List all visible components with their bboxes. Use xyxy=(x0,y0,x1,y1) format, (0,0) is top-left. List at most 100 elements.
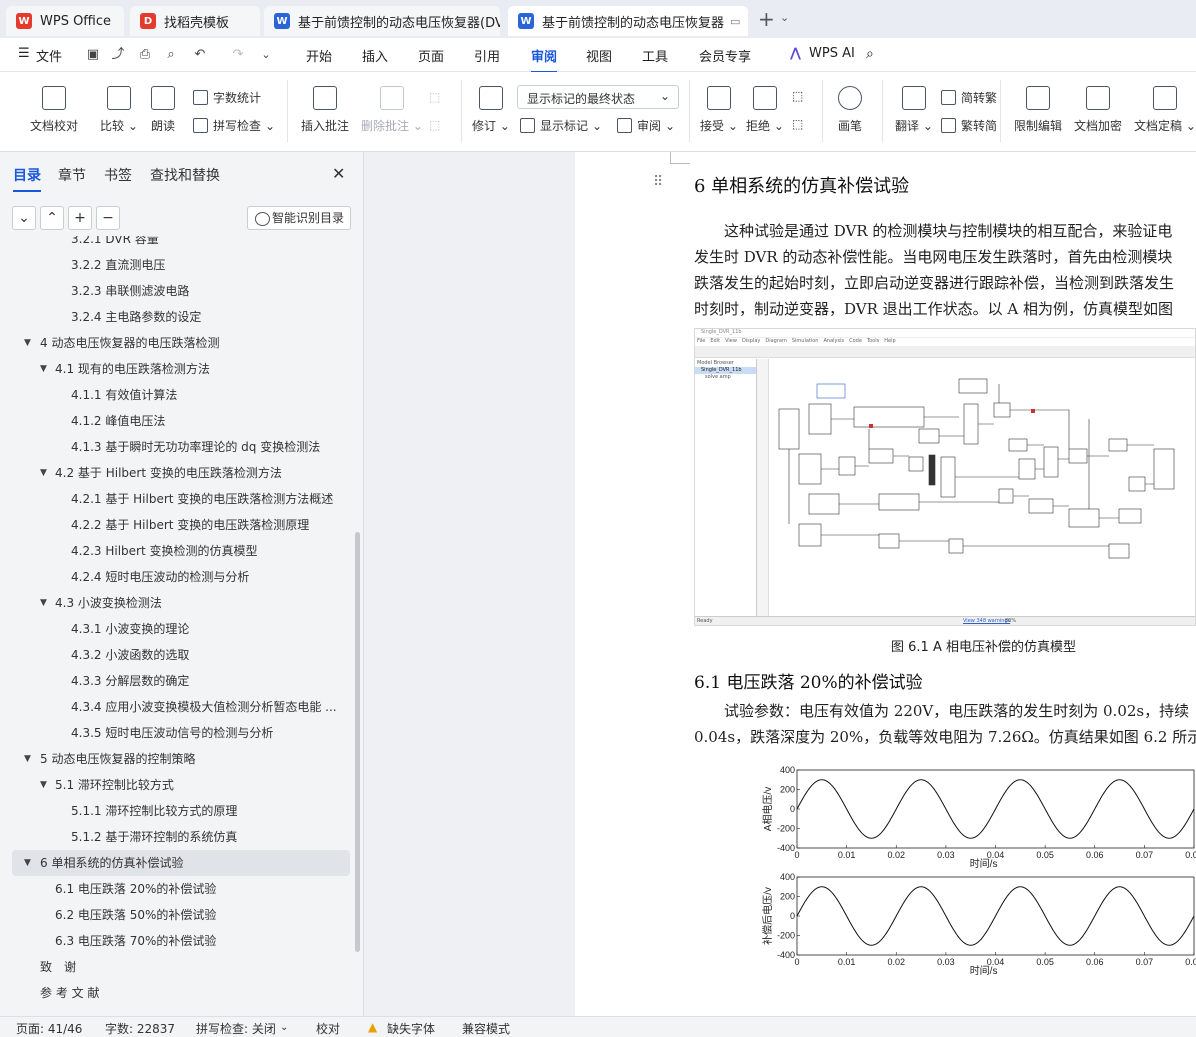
track-changes-button[interactable]: 修订 ⌄ xyxy=(472,86,510,134)
menu-member[interactable]: 会员专享 xyxy=(699,46,751,65)
encrypt-button[interactable]: 文档加密 xyxy=(1074,86,1122,134)
toc-item[interactable]: 6.2 电压跌落 50%的补偿试验 xyxy=(0,902,356,928)
status-compat[interactable]: 兼容模式 xyxy=(462,1020,510,1037)
prev-change-icon[interactable]: ⬚ xyxy=(792,89,803,103)
toc-item[interactable]: 3.2.1 DVR 容量 xyxy=(0,236,356,252)
menu-start[interactable]: 开始 xyxy=(306,46,332,65)
tab-toc[interactable]: 目录 xyxy=(13,165,41,192)
expand-arrow-icon[interactable]: ▼ xyxy=(24,746,31,772)
menu-reference[interactable]: 引用 xyxy=(474,46,500,65)
toc-item[interactable]: 4.2.3 Hilbert 变换检测的仿真模型 xyxy=(0,538,356,564)
search-icon[interactable]: ⌕ xyxy=(866,46,874,62)
spell-check-button[interactable]: 拼写检查 ⌄ xyxy=(193,117,275,134)
toc-item[interactable]: ▼ 5.1 滞环控制比较方式 xyxy=(0,772,356,798)
toc-item[interactable]: ▼ 4 动态电压恢复器的电压跌落检测 xyxy=(0,330,356,356)
expand-arrow-icon[interactable]: ▼ xyxy=(40,356,47,382)
prev-comment-icon[interactable]: ⬚ xyxy=(429,90,440,104)
tab-doc-1[interactable]: W 基于前馈控制的动态电压恢复器(DVR) xyxy=(264,6,500,36)
document-page[interactable]: ⠿ 6 单相系统的仿真补偿试验 这种试验是通过 DVR 的检测模块与控制模块的相… xyxy=(575,152,1196,1016)
next-change-icon[interactable]: ⬚ xyxy=(792,117,803,131)
drag-handle-icon[interactable]: ⠿ xyxy=(653,174,663,190)
status-page[interactable]: 页面: 41/46 xyxy=(16,1020,82,1037)
toc-item[interactable]: 4.2.1 基于 Hilbert 变换的电压跌落检测方法概述 xyxy=(0,486,356,512)
share-icon[interactable]: ⤴ xyxy=(110,47,126,63)
menu-view[interactable]: 视图 xyxy=(586,46,612,65)
toc-item[interactable]: 4.3.3 分解层数的确定 xyxy=(0,668,356,694)
print-icon[interactable]: ⎙ xyxy=(137,47,153,63)
toc-item[interactable]: 4.3.1 小波变换的理论 xyxy=(0,616,356,642)
toc-item[interactable]: 4.2.4 短时电压波动的检测与分析 xyxy=(0,564,356,590)
review-pane-button[interactable]: 审阅 ⌄ xyxy=(617,117,675,134)
to-simplified-button[interactable]: 繁转简 xyxy=(941,117,997,134)
menu-file[interactable]: 文件 xyxy=(36,46,62,65)
toc-item[interactable]: 4.2.2 基于 Hilbert 变换的电压跌落检测原理 xyxy=(0,512,356,538)
toc-item[interactable]: ▼ 6 单相系统的仿真补偿试验 xyxy=(12,850,350,876)
print-preview-icon[interactable]: ⌕ xyxy=(163,47,179,63)
toc-item[interactable]: 6.1 电压跌落 20%的补偿试验 xyxy=(0,876,356,902)
toc-item[interactable]: 5.1.1 滞环控制比较方式的原理 xyxy=(0,798,356,824)
insert-comment-button[interactable]: 插入批注 xyxy=(301,86,349,134)
chevron-down-icon[interactable]: ⌄ xyxy=(780,11,789,24)
pen-button[interactable]: 画笔 xyxy=(838,86,862,134)
close-pane-icon[interactable]: ✕ xyxy=(332,164,345,183)
toc-item[interactable]: 4.1.3 基于瞬时无功功率理论的 dq 变换检测法 xyxy=(0,434,356,460)
toc-item[interactable]: ▼ 5 动态电压恢复器的控制策略 xyxy=(0,746,356,772)
tab-bookmarks[interactable]: 书签 xyxy=(104,165,132,185)
sidebar-scrollbar[interactable] xyxy=(355,532,360,952)
show-markup-button[interactable]: 显示标记 ⌄ xyxy=(520,117,602,134)
expand-all-button[interactable]: ⌄ xyxy=(12,206,36,230)
menu-wps-ai[interactable]: WPS AI xyxy=(809,46,855,61)
status-missing-font[interactable]: 缺失字体 xyxy=(387,1020,435,1037)
collapse-all-button[interactable]: ⌃ xyxy=(40,206,64,230)
tab-chapters[interactable]: 章节 xyxy=(58,165,86,185)
accept-button[interactable]: 接受 ⌄ xyxy=(700,86,738,134)
toc-item[interactable]: 3.2.4 主电路参数的设定 xyxy=(0,304,356,330)
tab-template[interactable]: D 找稻壳模板 xyxy=(130,6,260,36)
expand-arrow-icon[interactable]: ▼ xyxy=(40,772,47,798)
toc-item[interactable]: 3.2.2 直流测电压 xyxy=(0,252,356,278)
delete-comment-button[interactable]: 删除批注 ⌄ xyxy=(361,86,423,134)
toc-item[interactable]: 5.1.2 基于滞环控制的系统仿真 xyxy=(0,824,356,850)
compare-button[interactable]: 比较 ⌄ xyxy=(100,86,138,134)
expand-arrow-icon[interactable]: ▼ xyxy=(40,460,47,486)
toc-item[interactable]: ▼ 4.1 现有的电压跌落检测方法 xyxy=(0,356,356,382)
toc-item[interactable]: 4.1.2 峰值电压法 xyxy=(0,408,356,434)
toc-item[interactable]: 4.3.4 应用小波变换模极大值检测分析暂态电能 ... xyxy=(0,694,356,720)
toc-item[interactable]: 6.3 电压跌落 70%的补偿试验 xyxy=(0,928,356,954)
toc-item[interactable]: 3.2.3 串联侧滤波电路 xyxy=(0,278,356,304)
menu-review[interactable]: 审阅 xyxy=(531,46,558,73)
toc-item[interactable]: ▼ 4.3 小波变换检测法 xyxy=(0,590,356,616)
next-comment-icon[interactable]: ⬚ xyxy=(429,118,440,132)
expand-arrow-icon[interactable]: ▼ xyxy=(24,330,31,356)
proofread-button[interactable]: 文档校对 xyxy=(30,86,78,134)
markup-state-select[interactable]: 显示标记的最终状态 ⌄ xyxy=(517,85,679,109)
expand-arrow-icon[interactable]: ▼ xyxy=(40,590,47,616)
customize-chevron-icon[interactable]: ⌄ xyxy=(258,47,274,63)
status-words[interactable]: 字数: 22837 xyxy=(105,1020,175,1037)
smart-toc-button[interactable]: 智能识别目录 xyxy=(247,206,351,230)
toc-item[interactable]: ▼ 4.2 基于 Hilbert 变换的电压跌落检测方法 xyxy=(0,460,356,486)
toc-item[interactable]: 4.3.2 小波函数的选取 xyxy=(0,642,356,668)
undo-icon[interactable]: ↶ xyxy=(192,47,208,63)
tab-wps-office[interactable]: W WPS Office xyxy=(6,6,124,36)
redo-icon[interactable]: ↷ xyxy=(230,47,246,63)
status-proof[interactable]: 校对 xyxy=(316,1020,340,1037)
reject-button[interactable]: 拒绝 ⌄ xyxy=(746,86,784,134)
demote-button[interactable]: − xyxy=(96,206,120,230)
hamburger-icon[interactable]: ☰ xyxy=(18,46,30,61)
toc-item[interactable]: 4.3.5 短时电压波动信号的检测与分析 xyxy=(0,720,356,746)
translate-button[interactable]: 翻译 ⌄ xyxy=(895,86,933,134)
expand-arrow-icon[interactable]: ▼ xyxy=(24,850,31,876)
promote-button[interactable]: + xyxy=(68,206,92,230)
restrict-editing-button[interactable]: 限制编辑 xyxy=(1014,86,1062,134)
read-aloud-button[interactable]: 朗读 xyxy=(151,86,175,134)
finalize-button[interactable]: 文档定稿 ⌄ xyxy=(1134,86,1196,134)
toc-item[interactable]: 参 考 文 献 xyxy=(0,980,356,1006)
toc-item[interactable]: 致 谢 xyxy=(0,954,356,980)
menu-insert[interactable]: 插入 xyxy=(362,46,388,65)
status-spell[interactable]: 拼写检查: 关闭 xyxy=(196,1020,276,1037)
to-traditional-button[interactable]: 简转繁 xyxy=(941,89,997,106)
new-tab-icon[interactable]: + xyxy=(758,7,775,31)
save-icon[interactable]: ▣ xyxy=(85,47,101,63)
menu-tools[interactable]: 工具 xyxy=(642,46,668,65)
